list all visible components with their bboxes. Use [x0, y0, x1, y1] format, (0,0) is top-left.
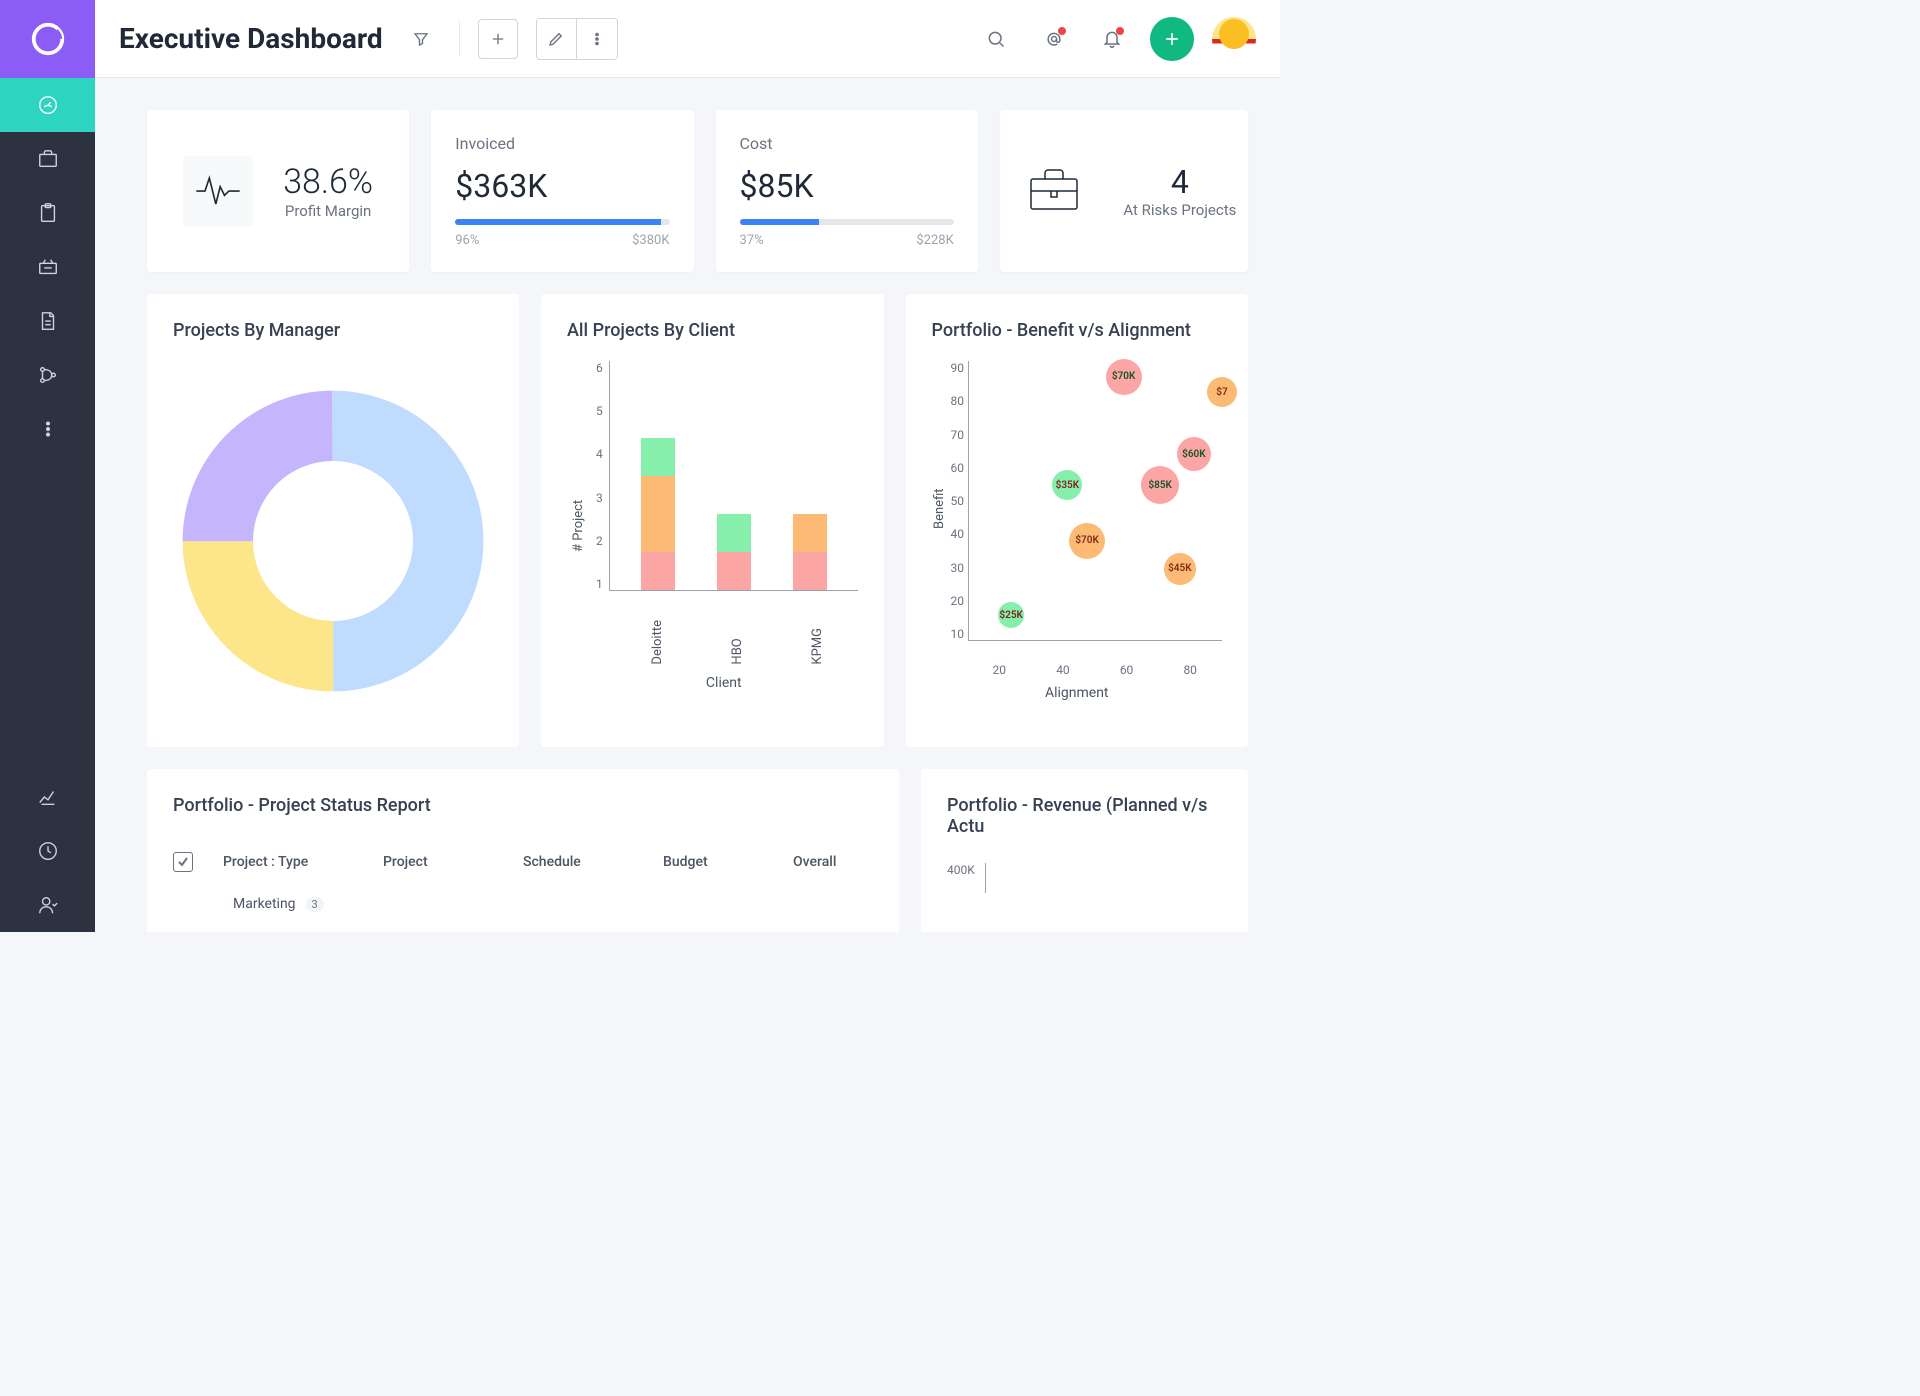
- nav-more[interactable]: [0, 402, 95, 456]
- notification-dot: [1116, 27, 1124, 35]
- bar-area: [609, 361, 858, 591]
- notifications-button[interactable]: [1092, 19, 1132, 59]
- col-overall[interactable]: Overall: [793, 854, 873, 870]
- divider: [459, 21, 460, 57]
- nav-people[interactable]: [0, 878, 95, 932]
- col-project-type[interactable]: Project : Type: [223, 854, 353, 870]
- x-ticks: 20406080: [932, 663, 1223, 677]
- progress-pct: 37%: [740, 233, 764, 248]
- edit-group: [536, 18, 618, 60]
- progress-bar: [455, 219, 669, 225]
- portfolio-status-table: Portfolio - Project Status Report Projec…: [147, 769, 899, 932]
- bar-kpmg: [793, 514, 827, 590]
- kpi-invoiced: Invoiced $363K 96% $380K: [431, 110, 693, 272]
- search-button[interactable]: [976, 19, 1016, 59]
- kpi-title: Cost: [740, 134, 954, 153]
- user-avatar[interactable]: [1212, 17, 1256, 61]
- nav-time[interactable]: [0, 824, 95, 878]
- chart-title: All Projects By Client: [567, 320, 858, 341]
- kpi-title: Invoiced: [455, 134, 669, 153]
- nav-portfolio[interactable]: [0, 132, 95, 186]
- progress-bar: [740, 219, 954, 225]
- table-group-row[interactable]: Marketing 3: [173, 882, 873, 912]
- x-axis-label: Alignment: [932, 685, 1223, 701]
- bubble-point: $25K: [998, 602, 1024, 628]
- chart-title: Projects By Manager: [173, 320, 493, 341]
- table-title: Portfolio - Project Status Report: [173, 795, 873, 816]
- group-count: 3: [306, 897, 324, 912]
- kpi-value: 4: [1123, 163, 1236, 201]
- y-ticks: 654 321: [590, 361, 609, 591]
- kpi-label: At Risks Projects: [1123, 201, 1236, 219]
- app-logo[interactable]: [0, 0, 95, 78]
- select-all-checkbox[interactable]: [173, 852, 193, 872]
- edit-button[interactable]: [537, 19, 577, 59]
- kpi-risk: 4 At Risks Projects: [1000, 110, 1248, 272]
- bubble-point: $85K: [1141, 466, 1179, 504]
- page-title: Executive Dashboard: [119, 22, 383, 55]
- bar-hbo: [717, 514, 751, 590]
- donut-chart: [173, 381, 493, 701]
- kpi-label: Profit Margin: [283, 202, 373, 220]
- filter-button[interactable]: [401, 19, 441, 59]
- nav-tasks[interactable]: [0, 186, 95, 240]
- kpi-cost: Cost $85K 37% $228K: [716, 110, 978, 272]
- bubble-point: $60K: [1177, 437, 1211, 471]
- notification-dot: [1058, 27, 1066, 35]
- kpi-profit-margin: 38.6% Profit Margin: [147, 110, 409, 272]
- x-axis-label: Client: [590, 675, 858, 691]
- progress-pct: 96%: [455, 233, 479, 248]
- bubble-plot: $25K$35K$70K$70K$45K$85K$60K$7: [968, 361, 1222, 641]
- y-axis-label: # Project: [567, 361, 590, 691]
- bubble-point: $35K: [1052, 470, 1082, 500]
- chart-revenue: Portfolio - Revenue (Planned v/s Actu 40…: [921, 769, 1248, 932]
- heartbeat-icon: [183, 156, 253, 226]
- nav-workflow[interactable]: [0, 348, 95, 402]
- bubble-point: $70K: [1069, 523, 1105, 559]
- bar-deloitte: [641, 438, 675, 590]
- header: Executive Dashboard: [95, 0, 1280, 78]
- bubble-point: $7: [1207, 377, 1237, 407]
- mentions-button[interactable]: [1034, 19, 1074, 59]
- chart-benefit-alignment: Portfolio - Benefit v/s Alignment Benefi…: [906, 294, 1249, 747]
- x-ticks: DeloitteHBOKPMG: [590, 620, 858, 665]
- content: 38.6% Profit Margin Invoiced $363K 96% $…: [95, 78, 1280, 932]
- sidebar: [0, 0, 95, 932]
- chart-title: Portfolio - Benefit v/s Alignment: [932, 320, 1223, 341]
- nav-resources[interactable]: [0, 240, 95, 294]
- kpi-value: 38.6%: [283, 162, 373, 202]
- y-axis-label: Benefit: [932, 361, 947, 657]
- menu-button[interactable]: [577, 19, 617, 59]
- kpi-value: $85K: [740, 167, 954, 205]
- nav-dashboard[interactable]: [0, 78, 95, 132]
- col-project[interactable]: Project: [383, 854, 493, 870]
- briefcase-icon: [1025, 165, 1083, 217]
- add-widget-button[interactable]: [478, 19, 518, 59]
- create-button[interactable]: [1150, 17, 1194, 61]
- nav-files[interactable]: [0, 294, 95, 348]
- chart-projects-by-client: All Projects By Client # Project 654 321: [541, 294, 884, 747]
- col-budget[interactable]: Budget: [663, 854, 763, 870]
- bubble-point: $70K: [1106, 359, 1142, 395]
- chart-title: Portfolio - Revenue (Planned v/s Actu: [947, 795, 1222, 837]
- progress-total: $380K: [632, 233, 669, 248]
- bubble-point: $45K: [1164, 553, 1196, 585]
- group-label: Marketing: [233, 896, 296, 912]
- chart-projects-by-manager: Projects By Manager: [147, 294, 519, 747]
- col-schedule[interactable]: Schedule: [523, 854, 633, 870]
- y-tick: 400K: [947, 863, 975, 893]
- kpi-value: $363K: [455, 167, 669, 205]
- nav-analytics[interactable]: [0, 770, 95, 824]
- table-header: Project : Type Project Schedule Budget O…: [173, 842, 873, 882]
- progress-total: $228K: [916, 233, 953, 248]
- y-ticks: 102030 405060 708090: [947, 361, 969, 641]
